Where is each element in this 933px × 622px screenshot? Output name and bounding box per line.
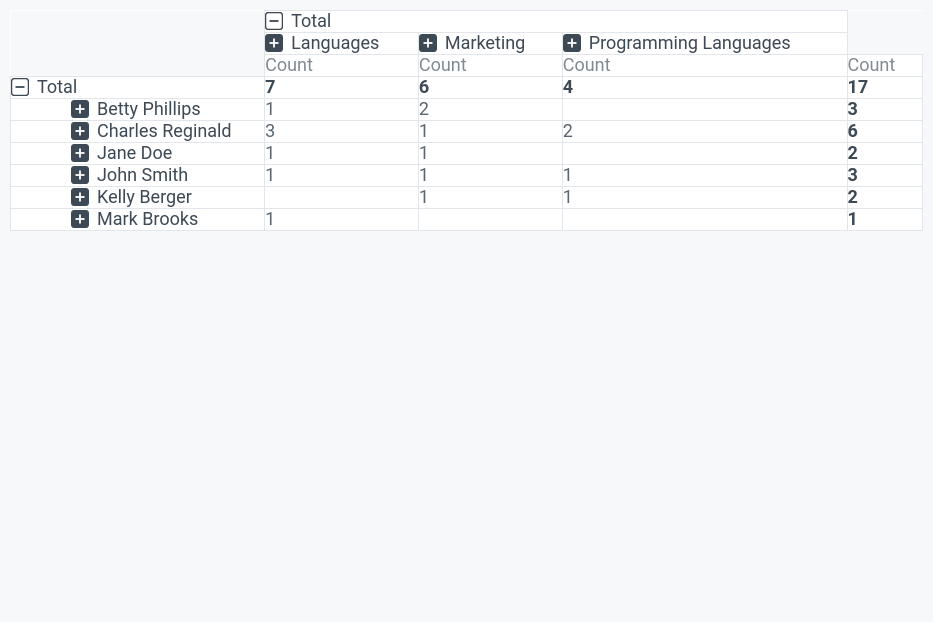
- row-header[interactable]: Charles Reginald: [11, 121, 265, 143]
- row-header[interactable]: Mark Brooks: [11, 209, 265, 231]
- measure-header: Count: [265, 55, 419, 77]
- cell-value: 4: [562, 77, 847, 99]
- cell-value: 1: [562, 187, 847, 209]
- cell-value: 3: [847, 99, 922, 121]
- table-row: Betty Phillips 1 2 3: [11, 99, 923, 121]
- column-total-label: Total: [291, 11, 331, 32]
- cell-value: 2: [847, 187, 922, 209]
- expand-icon[interactable]: [419, 34, 437, 52]
- cell-value: 1: [265, 209, 419, 231]
- row-total-label: Total: [37, 77, 77, 98]
- cell-value: 1: [418, 121, 562, 143]
- cell-value: 1: [562, 165, 847, 187]
- cell-value: [562, 209, 847, 231]
- cell-value: 1: [418, 165, 562, 187]
- cell-value: 17: [847, 77, 922, 99]
- expand-icon[interactable]: [71, 188, 89, 206]
- column-group-label: Programming Languages: [589, 33, 791, 54]
- expand-icon[interactable]: [71, 122, 89, 140]
- row-header[interactable]: John Smith: [11, 165, 265, 187]
- column-group-programming[interactable]: Programming Languages: [562, 33, 847, 55]
- collapse-icon[interactable]: [265, 12, 283, 30]
- cell-value: 1: [418, 187, 562, 209]
- blank-corner-right: [847, 11, 922, 55]
- expand-icon[interactable]: [563, 34, 581, 52]
- cell-value: [265, 187, 419, 209]
- expand-icon[interactable]: [71, 144, 89, 162]
- cell-value: 7: [265, 77, 419, 99]
- row-header[interactable]: Kelly Berger: [11, 187, 265, 209]
- cell-value: 3: [847, 165, 922, 187]
- row-header[interactable]: Betty Phillips: [11, 99, 265, 121]
- measure-header: Count: [418, 55, 562, 77]
- cell-value: 2: [847, 143, 922, 165]
- cell-value: 3: [265, 121, 419, 143]
- cell-value: 1: [265, 165, 419, 187]
- blank-corner: [11, 11, 265, 77]
- row-label: Kelly Berger: [97, 187, 192, 208]
- cell-value: 1: [265, 99, 419, 121]
- column-group-label: Languages: [291, 33, 379, 54]
- row-label: John Smith: [97, 165, 188, 186]
- cell-value: 1: [847, 209, 922, 231]
- cell-value: 6: [418, 77, 562, 99]
- table-row: Charles Reginald 3 1 2 6: [11, 121, 923, 143]
- cell-value: [418, 209, 562, 231]
- expand-icon[interactable]: [265, 34, 283, 52]
- cell-value: 2: [562, 121, 847, 143]
- column-total-header[interactable]: Total: [265, 11, 847, 33]
- cell-value: [562, 99, 847, 121]
- cell-value: [562, 143, 847, 165]
- row-label: Jane Doe: [97, 143, 172, 164]
- row-total: Total 7 6 4 17: [11, 77, 923, 99]
- expand-icon[interactable]: [71, 166, 89, 184]
- collapse-icon[interactable]: [11, 78, 29, 96]
- pivot-table: Total Languages Marketing Programming La…: [10, 10, 923, 231]
- cell-value: 1: [265, 143, 419, 165]
- table-row: John Smith 1 1 1 3: [11, 165, 923, 187]
- expand-icon[interactable]: [71, 100, 89, 118]
- row-total-header[interactable]: Total: [11, 77, 265, 99]
- cell-value: 2: [418, 99, 562, 121]
- row-label: Charles Reginald: [97, 121, 232, 142]
- column-group-languages[interactable]: Languages: [265, 33, 419, 55]
- column-group-label: Marketing: [445, 33, 525, 54]
- table-row: Kelly Berger 1 1 2: [11, 187, 923, 209]
- table-row: Jane Doe 1 1 2: [11, 143, 923, 165]
- cell-value: 6: [847, 121, 922, 143]
- column-group-marketing[interactable]: Marketing: [418, 33, 562, 55]
- measure-header: Count: [847, 55, 922, 77]
- cell-value: 1: [418, 143, 562, 165]
- row-label: Betty Phillips: [97, 99, 201, 120]
- row-header[interactable]: Jane Doe: [11, 143, 265, 165]
- row-label: Mark Brooks: [97, 209, 198, 230]
- expand-icon[interactable]: [71, 210, 89, 228]
- measure-header: Count: [562, 55, 847, 77]
- table-row: Mark Brooks 1 1: [11, 209, 923, 231]
